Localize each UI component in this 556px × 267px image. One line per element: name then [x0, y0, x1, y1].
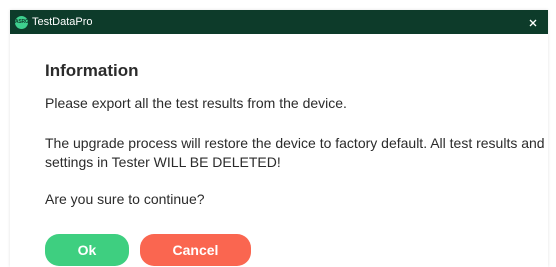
cancel-button[interactable]: Cancel	[140, 234, 251, 266]
close-icon	[529, 19, 537, 27]
app-logo-icon: ASRG	[15, 16, 28, 29]
confirmation-dialog: ASRG TestDataPro Information Please expo…	[10, 10, 548, 267]
confirm-message: Are you sure to continue?	[45, 191, 205, 207]
close-button[interactable]	[526, 16, 540, 30]
title-bar: ASRG TestDataPro	[10, 10, 548, 34]
ok-button[interactable]: Ok	[45, 234, 129, 266]
dialog-heading: Information	[45, 61, 139, 80]
export-message: Please export all the test results from …	[45, 95, 347, 111]
window-title: TestDataPro	[32, 16, 93, 28]
warning-message: The upgrade process will restore the dev…	[45, 135, 545, 170]
